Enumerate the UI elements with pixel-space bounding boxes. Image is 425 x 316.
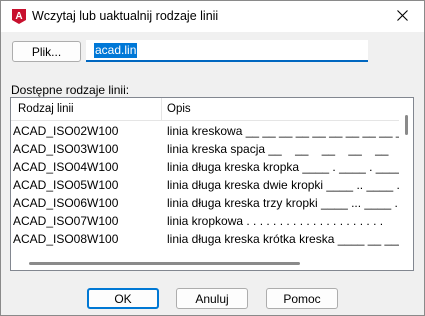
svg-text:A: A — [15, 11, 22, 22]
list-row[interactable]: ACAD_ISO07W100 linia kropkowa . . . . . … — [11, 213, 399, 231]
autocad-a-icon: A — [11, 8, 27, 25]
list-row[interactable]: ACAD_ISO04W100 linia długa kreska kropka… — [11, 159, 413, 177]
list-header: Rodzaj linii Opis — [11, 98, 399, 121]
column-header-description[interactable]: Opis — [167, 103, 191, 115]
linetype-description: linia długa kreska trzy kropki ____ ... … — [167, 196, 398, 210]
help-button-label: Pomoc — [283, 291, 321, 306]
linetype-description: linia kreskowa __ __ __ __ __ __ __ __ _… — [167, 124, 413, 138]
column-separator[interactable] — [161, 98, 162, 120]
linetype-name: ACAD_ISO06W100 — [13, 196, 119, 210]
available-linetypes-label: Dostępne rodzaje linii: — [11, 83, 130, 97]
list-row[interactable]: ACAD_ISO06W100 linia długa kreska trzy k… — [11, 195, 399, 213]
list-row[interactable]: ACAD_ISO03W100 linia kreska spacja __ __… — [11, 141, 413, 159]
linetype-name: ACAD_ISO04W100 — [13, 160, 119, 174]
close-button[interactable] — [380, 1, 424, 32]
horizontal-scrollbar-thumb[interactable] — [29, 262, 300, 265]
vertical-scrollbar[interactable] — [399, 98, 413, 256]
linetype-description: linia kreska spacja __ __ __ __ __ __ — [167, 142, 414, 156]
help-button[interactable]: Pomoc — [266, 288, 338, 309]
horizontal-scrollbar[interactable] — [11, 256, 413, 270]
linetype-name: ACAD_ISO07W100 — [13, 214, 119, 228]
file-button[interactable]: Plik... — [12, 41, 81, 62]
linetype-description: linia długa kreska dwie kropki ____ .. _… — [167, 178, 404, 192]
linetype-description: linia kropkowa . . . . . . . . . . . . .… — [167, 214, 384, 228]
vertical-scrollbar-thumb[interactable] — [405, 115, 408, 135]
dialog-body: Plik... acad.lin Dostępne rodzaje linii:… — [1, 32, 424, 315]
list-row[interactable]: ACAD_ISO02W100 linia kreskowa __ __ __ _… — [11, 123, 413, 141]
cancel-button-label: Anuluj — [195, 291, 229, 306]
ok-button-label: OK — [114, 291, 132, 306]
load-linetypes-dialog: A Wczytaj lub uaktualnij rodzaje linii P… — [0, 0, 425, 316]
list-row[interactable]: ACAD_ISO08W100 linia długa kreska krótka… — [11, 231, 411, 249]
linetype-name: ACAD_ISO03W100 — [13, 142, 119, 156]
window-title: Wczytaj lub uaktualnij rodzaje linii — [32, 9, 219, 23]
linetype-name: ACAD_ISO08W100 — [13, 232, 119, 246]
file-name-value: acad.lin — [94, 43, 138, 58]
file-name-field[interactable]: acad.lin — [86, 40, 368, 62]
linetypes-list[interactable]: Rodzaj linii Opis ACAD_ISO02W100 linia k… — [10, 97, 414, 271]
linetype-description: linia długa kreska krótka kreska ____ __… — [167, 232, 412, 246]
file-button-label: Plik... — [31, 44, 62, 59]
list-row[interactable]: ACAD_ISO05W100 linia długa kreska dwie k… — [11, 177, 403, 195]
column-header-linetype[interactable]: Rodzaj linii — [18, 103, 74, 115]
title-bar[interactable]: A Wczytaj lub uaktualnij rodzaje linii — [1, 1, 424, 32]
cancel-button[interactable]: Anuluj — [176, 288, 248, 309]
linetype-description: linia długa kreska kropka ____ . ____ . … — [167, 160, 414, 174]
close-icon — [396, 9, 408, 24]
linetype-name: ACAD_ISO05W100 — [13, 178, 119, 192]
ok-button[interactable]: OK — [87, 288, 159, 309]
linetype-name: ACAD_ISO02W100 — [13, 124, 119, 138]
